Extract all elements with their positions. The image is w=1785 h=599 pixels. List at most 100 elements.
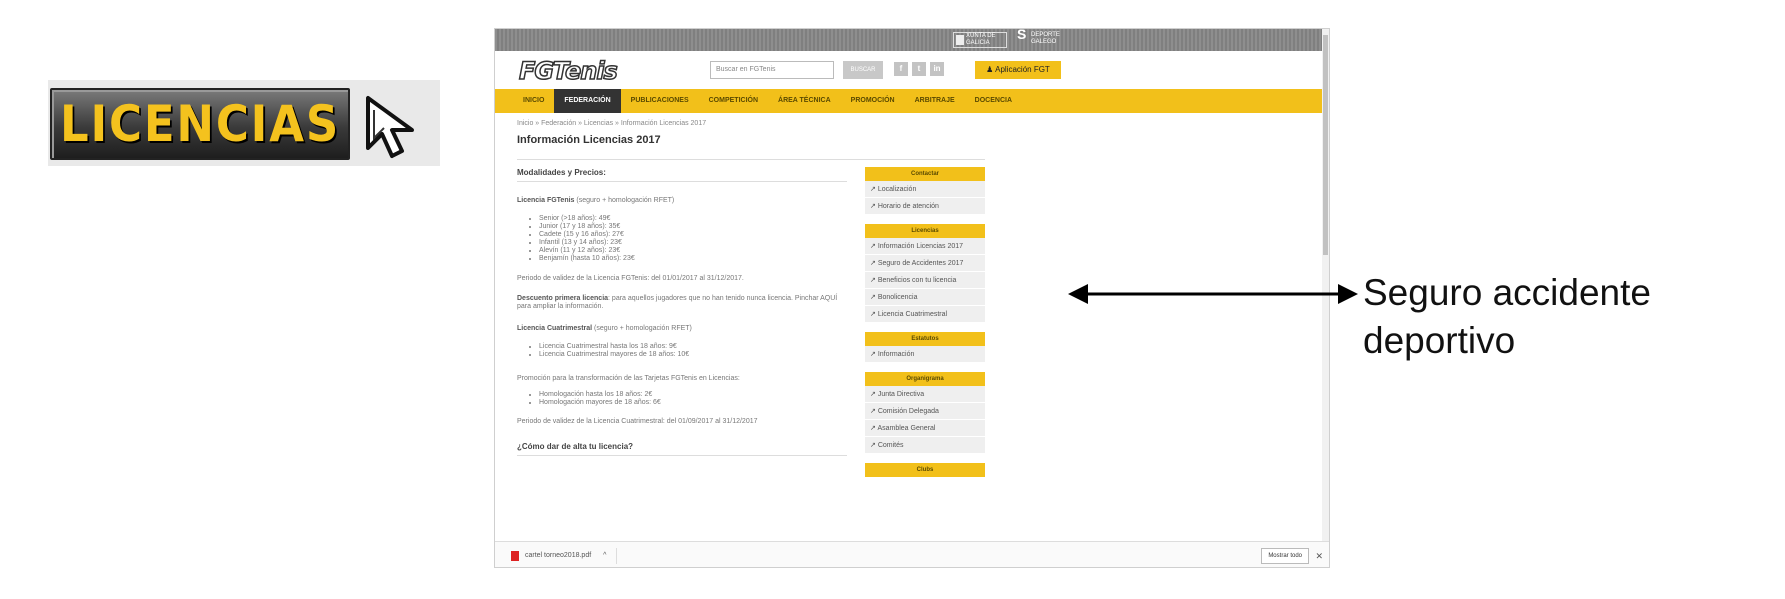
sidebar-item-label: Beneficios con tu licencia (877, 277, 957, 284)
title-divider (517, 159, 985, 160)
banner-text: LICENCIAS (59, 95, 341, 153)
sidebar-item-label: Información (877, 351, 915, 358)
sidebar-item-beneficios[interactable]: ↗ Beneficios con tu licencia (865, 272, 985, 289)
sidebar-item-estatutos-informacion[interactable]: ↗ Información (865, 346, 985, 363)
list-item: Junior (17 y 18 años): 35€ (539, 223, 635, 231)
search-input[interactable]: Buscar en FGTenis (710, 61, 834, 79)
sidebar-item-label: Junta Directiva (877, 391, 925, 398)
nav-arbitraje[interactable]: ARBITRAJE (905, 89, 965, 113)
sidebar-item-asamblea-general[interactable]: ↗ Asamblea General (865, 420, 985, 437)
sidebar-item-label: Seguro de Accidentes 2017 (877, 260, 964, 267)
nav-promocion[interactable]: PROMOCIÓN (841, 89, 905, 113)
licencia-cuatrimestral-heading: Licencia Cuatrimestral (seguro + homolog… (517, 325, 692, 333)
list-item: Licencia Cuatrimestral mayores de 18 año… (539, 351, 689, 359)
list-item: Cadete (15 y 16 años): 27€ (539, 231, 635, 239)
pdf-file-icon (511, 551, 519, 561)
site-header: FGTenis Buscar en FGTenis BUSCAR f t in … (495, 51, 1329, 89)
discount-paragraph: Descuento primera licencia: para aquello… (517, 295, 837, 311)
promo-text: Promoción para la transformación de las … (517, 375, 740, 382)
howto-heading: ¿Cómo dar de alta tu licencia? (517, 442, 634, 451)
sidebar-item-licencia-cuatrimestral[interactable]: ↗ Licencia Cuatrimestral (865, 306, 985, 323)
nav-area-tecnica[interactable]: ÁREA TÉCNICA (768, 89, 841, 113)
close-icon[interactable]: ✕ (1315, 548, 1323, 564)
licencia-cuatrimestral-label: Licencia Cuatrimestral (517, 325, 593, 332)
sidebar-item-comites[interactable]: ↗ Comités (865, 437, 985, 454)
section-title: Modalidades y Precios: (517, 168, 606, 177)
licencia-fgtenis-tail: (seguro + homologación RFET) (574, 197, 675, 204)
show-all-button[interactable]: Mostrar todo (1261, 548, 1309, 564)
sidebar-item-label: Comisión Delegada (877, 408, 939, 415)
licencia-fgtenis-label: Licencia FGTenis (517, 197, 575, 204)
sidebar-item-label: Comités (877, 442, 904, 449)
licencia-fgtenis-prices: Senior (>18 años): 49€ Junior (17 y 18 a… (517, 215, 635, 263)
fgtenis-logo[interactable]: FGTenis (518, 56, 618, 86)
sidebar-heading-estatutos: Estatutos (865, 332, 985, 346)
licencia-cuatrimestral-prices: Licencia Cuatrimestral hasta los 18 años… (517, 343, 689, 359)
sidebar-heading-organigrama: Organigrama (865, 372, 985, 386)
sidebar: Contactar ↗ Localización ↗ Horario de at… (865, 167, 985, 477)
list-item: Benjamín (hasta 10 años): 23€ (539, 255, 635, 263)
app-fgt-button[interactable]: ♟ Aplicación FGT (975, 61, 1061, 79)
sidebar-item-label: Asamblea General (877, 425, 936, 432)
sidebar-item-label: Información Licencias 2017 (877, 243, 964, 250)
facebook-icon[interactable]: f (894, 62, 908, 76)
search-button[interactable]: BUSCAR (843, 61, 883, 79)
annotation-line-2: deportivo (1363, 320, 1516, 361)
linkedin-icon[interactable]: in (930, 62, 944, 76)
list-item: Homologación mayores de 18 años: 6€ (539, 399, 661, 407)
discount-label: Descuento primera licencia (517, 295, 609, 302)
sidebar-heading-contactar: Contactar (865, 167, 985, 181)
sidebar-heading-clubs: Clubs (865, 463, 985, 477)
download-item[interactable]: cartel torneo2018.pdf ^ (507, 548, 617, 564)
list-item: Homologación hasta los 18 años: 2€ (539, 391, 661, 399)
sidebar-item-label: Localización (877, 186, 917, 193)
nav-docencia[interactable]: DOCENCIA (965, 89, 1022, 113)
annotation-line-1: Seguro accidente (1363, 272, 1651, 313)
sidebar-item-label: Horario de atención (877, 203, 939, 210)
breadcrumb[interactable]: Inicio » Federación » Licencias » Inform… (517, 120, 706, 127)
validity-fgtenis: Periodo de validez de la Licencia FGTeni… (517, 275, 744, 282)
main-nav: INICIO FEDERACIÓN PUBLICACIONES COMPETIC… (495, 89, 1329, 113)
promo-prices: Homologación hasta los 18 años: 2€ Homol… (517, 391, 661, 407)
sidebar-item-bonolicencia[interactable]: ↗ Bonolicencia (865, 289, 985, 306)
list-item: Alevín (11 y 12 años): 23€ (539, 247, 635, 255)
annotation: Seguro accidente deportivo (1363, 269, 1651, 365)
nav-federacion[interactable]: FEDERACIÓN (554, 89, 621, 113)
download-filename: cartel torneo2018.pdf (525, 552, 592, 559)
arrow-cursor-icon (366, 96, 414, 158)
howto-divider (517, 455, 847, 456)
sidebar-item-junta-directiva[interactable]: ↗ Junta Directiva (865, 386, 985, 403)
sidebar-item-comision-delegada[interactable]: ↗ Comisión Delegada (865, 403, 985, 420)
sidebar-item-localizacion[interactable]: ↗ Localización (865, 181, 985, 198)
validity-cuatrimestral: Periodo de validez de la Licencia Cuatri… (517, 418, 758, 425)
sidebar-item-label: Bonolicencia (877, 294, 918, 301)
discount-text-line2: para ampliar la información. (517, 303, 604, 310)
double-arrow-icon (1068, 284, 1358, 304)
nav-inicio[interactable]: INICIO (513, 89, 554, 113)
user-icon: ♟ (986, 65, 996, 74)
scrollbar-thumb[interactable] (1323, 35, 1328, 255)
list-item: Senior (>18 años): 49€ (539, 215, 635, 223)
chevron-up-icon[interactable]: ^ (603, 552, 606, 559)
sidebar-item-seguro-accidentes[interactable]: ↗ Seguro de Accidentes 2017 (865, 255, 985, 272)
licencia-fgtenis-heading: Licencia FGTenis (seguro + homologación … (517, 197, 674, 205)
app-fgt-label: Aplicación FGT (995, 65, 1050, 74)
licencia-cuatrimestral-tail: (seguro + homologación RFET) (592, 325, 692, 332)
sidebar-item-horario[interactable]: ↗ Horario de atención (865, 198, 985, 215)
sidebar-heading-licencias: Licencias (865, 224, 985, 238)
sidebar-item-informacion-licencias[interactable]: ↗ Información Licencias 2017 (865, 238, 985, 255)
banner-plate: LICENCIAS (50, 88, 350, 160)
list-item: Licencia Cuatrimestral hasta los 18 años… (539, 343, 689, 351)
nav-competicion[interactable]: COMPETICIÓN (699, 89, 768, 113)
download-bar: cartel torneo2018.pdf ^ Mostrar todo ✕ (495, 541, 1329, 567)
xunta-logo[interactable]: XUNTA DE GALICIA (953, 32, 1007, 48)
list-item: Infantil (13 y 14 años): 23€ (539, 239, 635, 247)
licencias-banner: LICENCIAS (48, 80, 440, 166)
section-divider (517, 181, 847, 182)
top-bar: XUNTA DE GALICIA DEPORTE GALEGO (495, 29, 1329, 51)
discount-text: : para aquellos jugadores que no han ten… (608, 295, 838, 302)
page-title: Información Licencias 2017 (517, 134, 661, 146)
twitter-icon[interactable]: t (912, 62, 926, 76)
deporte-galego-logo[interactable]: DEPORTE GALEGO (1017, 31, 1071, 48)
nav-publicaciones[interactable]: PUBLICACIONES (621, 89, 699, 113)
